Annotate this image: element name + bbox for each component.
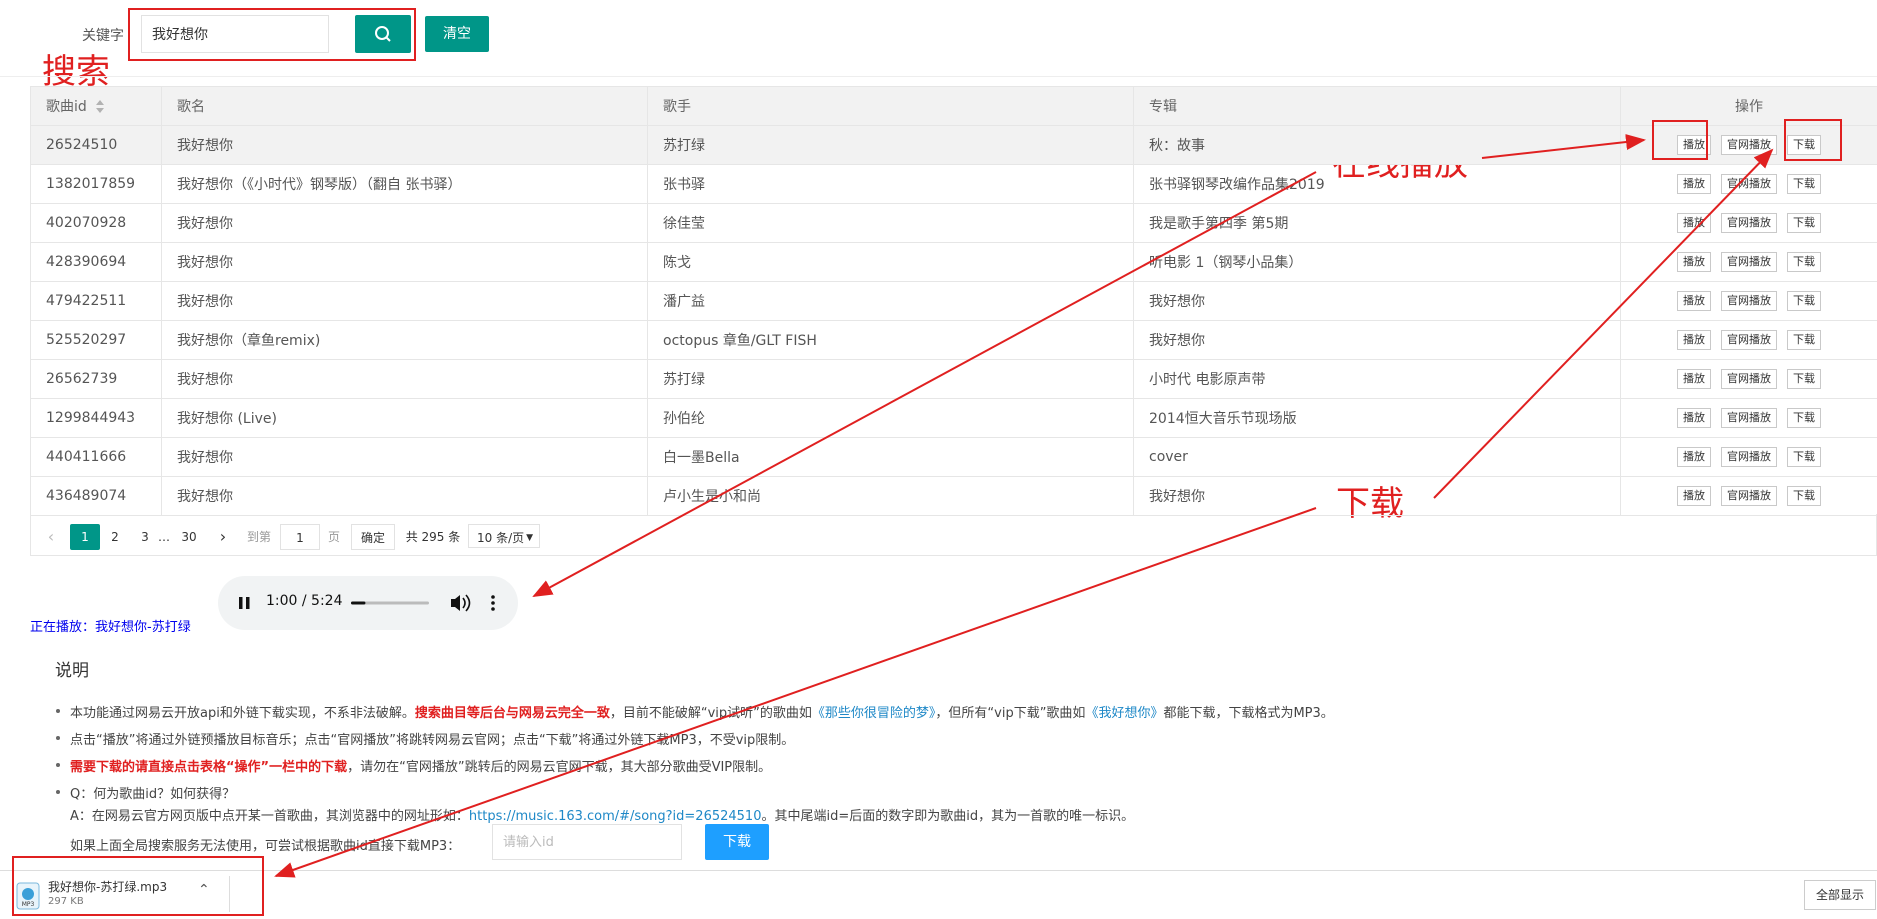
arrow-to-download-button — [1434, 150, 1772, 498]
arrow-to-play-button — [1482, 140, 1644, 158]
arrow-to-player — [534, 172, 1316, 596]
arrow-to-download-item — [276, 508, 1316, 876]
annotation-arrows — [0, 0, 1877, 918]
